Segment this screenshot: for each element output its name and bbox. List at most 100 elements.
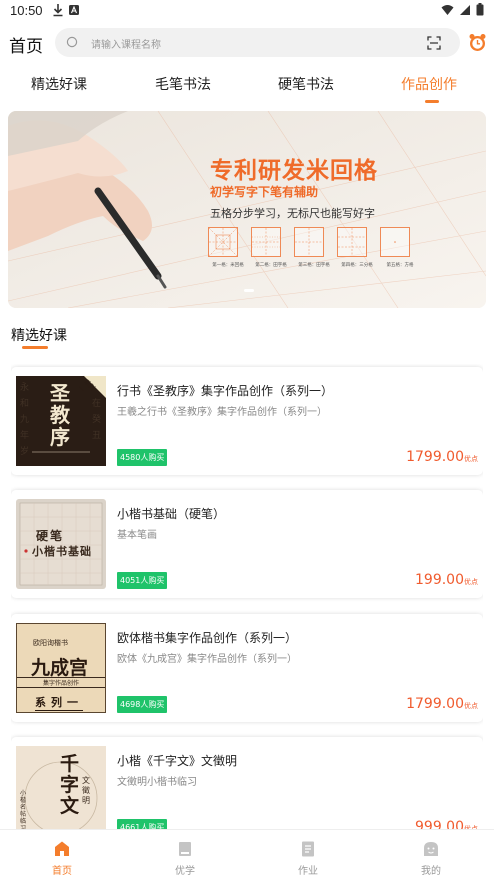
course-card[interactable]: 千字文 文徵明 小楷名帖临习 小楷《千字文》文徵明 文徵明小楷书临习 4661人… <box>11 737 483 829</box>
course-thumbnail: 千字文 文徵明 小楷名帖临习 <box>16 746 106 829</box>
grid-labels: 第一格：米回格 第二格：田字格 第三格：田字格 第四格：三分格 第五格：方格 <box>208 262 420 268</box>
buyers-badge: 4698人购买 <box>117 696 168 713</box>
home-icon <box>55 841 69 856</box>
practice-grid-row <box>208 227 410 257</box>
status-time: 10:50 <box>10 3 43 18</box>
page-title: 首页 <box>9 37 43 57</box>
thumbnail-line: 集字作品创作 <box>17 677 105 688</box>
svg-text:和: 和 <box>20 398 29 409</box>
course-title: 欧体楷书集字作品创作（系列一） <box>117 631 298 645</box>
buyers-badge: 4661人购买 <box>117 819 168 829</box>
course-title: 行书《圣教序》集字作品创作（系列一） <box>117 384 334 398</box>
course-subtitle: 基本笔画 <box>117 530 157 541</box>
profile-icon <box>424 842 438 856</box>
thumbnail-title: 九成宫 <box>31 657 89 679</box>
course-thumbnail: 永和九年岁 在癸丑 圣教序 系列一 <box>16 376 106 466</box>
course-title: 小楷书基础（硬笔） <box>117 507 226 521</box>
thumbnail-side-text: 文徵明 <box>82 776 90 805</box>
tab-active-indicator <box>425 100 439 103</box>
grid-mi-hui <box>208 227 238 257</box>
nav-profile[interactable]: 我的 <box>391 830 471 878</box>
banner-subtitle: 初学写字下笔有辅助 <box>210 185 319 199</box>
header: 首页 请输入课程名称 <box>0 26 494 60</box>
grid-label: 第一格：米回格 <box>212 263 244 268</box>
course-price: 1799.00优点 <box>406 449 478 465</box>
svg-text:岁: 岁 <box>20 445 29 457</box>
svg-text:丑: 丑 <box>92 430 101 441</box>
promo-banner[interactable]: 专利研发米回格 初学写字下笔有辅助 五格分步学习，无标尺也能写好字 第一格：米回… <box>8 111 486 308</box>
nav-label: 优学 <box>175 866 195 877</box>
nav-homework[interactable]: 作业 <box>268 830 348 878</box>
thumbnail-title: 圣教序 <box>50 381 70 449</box>
carousel-indicator <box>244 289 254 292</box>
search-input[interactable]: 请输入课程名称 <box>91 36 161 51</box>
signal-icon <box>460 4 470 15</box>
homework-icon <box>302 841 314 857</box>
svg-text:在: 在 <box>92 397 101 409</box>
price-unit: 优点 <box>464 578 478 586</box>
thumbnail-left-text: 小楷名帖临习 <box>20 790 27 829</box>
course-subtitle: 王羲之行书《圣教序》集字作品创作（系列一） <box>117 407 327 418</box>
svg-text:永: 永 <box>20 381 29 393</box>
wifi-icon <box>441 4 454 15</box>
course-subtitle: 欧体《九成宫》集字作品创作（系列一） <box>117 654 297 665</box>
search-icon <box>66 36 78 48</box>
buyers-badge: 4580人购买 <box>117 449 168 466</box>
course-thumbnail: 硬笔 小楷书基础 <box>16 499 106 589</box>
course-price: 1799.00优点 <box>406 696 478 712</box>
tab-featured[interactable]: 精选好课 <box>31 74 87 94</box>
bottom-nav: 首页 优学 作业 我的 <box>0 829 494 878</box>
status-right <box>441 3 484 16</box>
price-value: 1799.00 <box>406 696 464 712</box>
price-value: 999.00 <box>415 819 464 829</box>
alarm-clock-icon[interactable] <box>468 33 487 52</box>
banner-description: 五格分步学习，无标尺也能写好字 <box>210 207 375 220</box>
battery-icon <box>476 3 484 16</box>
tab-pen-calligraphy[interactable]: 硬笔书法 <box>278 74 334 94</box>
search-bar[interactable]: 请输入课程名称 <box>55 28 460 57</box>
course-subtitle: 文徵明小楷书临习 <box>117 777 197 788</box>
course-thumbnail: 欧阳询楷书 九成宫 集字作品创作 系列一 <box>16 623 106 713</box>
svg-text:年: 年 <box>20 429 29 441</box>
thumbnail-title: 千字文 <box>60 753 80 817</box>
grid-label: 第五格：方格 <box>386 263 414 268</box>
banner-title: 专利研发米回格 <box>210 158 378 184</box>
thumbnail-line-1: 硬笔 <box>36 529 65 543</box>
course-price: 999.00优点 <box>415 819 478 829</box>
tab-works-creation[interactable]: 作品创作 <box>401 74 457 94</box>
course-title: 小楷《千字文》文徵明 <box>117 754 238 768</box>
grid-label: 第三格：田字格 <box>298 263 330 268</box>
notification-a-icon <box>69 5 79 15</box>
thumbnail-tag: 系列一 <box>35 696 83 711</box>
nav-home[interactable]: 首页 <box>22 830 102 878</box>
nav-label: 首页 <box>52 866 72 877</box>
grid-label: 第四格：三分格 <box>341 263 373 268</box>
course-card[interactable]: 硬笔 小楷书基础 小楷书基础（硬笔） 基本笔画 4051人购买 199.00优点 <box>11 490 483 598</box>
price-value: 199.00 <box>415 572 464 588</box>
nav-label: 我的 <box>421 866 441 877</box>
thumbnail-line-2: 小楷书基础 <box>32 545 92 558</box>
nav-label: 作业 <box>298 866 318 877</box>
price-unit: 优点 <box>464 702 478 710</box>
course-card[interactable]: 永和九年岁 在癸丑 圣教序 系列一 行书《圣教序》集字作品创作（系列一） 王羲之… <box>11 367 483 475</box>
category-tabs: 精选好课 毛笔书法 硬笔书法 作品创作 <box>0 68 494 104</box>
grid-tian-1 <box>251 227 281 257</box>
download-icon <box>53 4 63 17</box>
grid-label: 第二格：田字格 <box>255 263 287 268</box>
course-card[interactable]: 欧阳询楷书 九成宫 集字作品创作 系列一 欧体楷书集字作品创作（系列一） 欧体《… <box>11 614 483 722</box>
course-price: 199.00优点 <box>415 572 478 588</box>
book-icon <box>179 842 191 856</box>
price-value: 1799.00 <box>406 449 464 465</box>
course-list: 永和九年岁 在癸丑 圣教序 系列一 行书《圣教序》集字作品创作（系列一） 王羲之… <box>11 364 483 829</box>
scan-icon[interactable] <box>427 36 441 50</box>
thumbnail-top-text: 欧阳询楷书 <box>33 639 68 647</box>
tab-brush-calligraphy[interactable]: 毛笔书法 <box>155 74 211 94</box>
section-underline <box>22 346 48 349</box>
grid-three-part <box>337 227 367 257</box>
grid-tian-2 <box>294 227 324 257</box>
nav-youxue[interactable]: 优学 <box>145 830 225 878</box>
section-title: 精选好课 <box>11 328 67 344</box>
svg-text:九: 九 <box>20 414 29 425</box>
grid-square <box>380 227 410 257</box>
svg-text:癸: 癸 <box>92 413 101 425</box>
